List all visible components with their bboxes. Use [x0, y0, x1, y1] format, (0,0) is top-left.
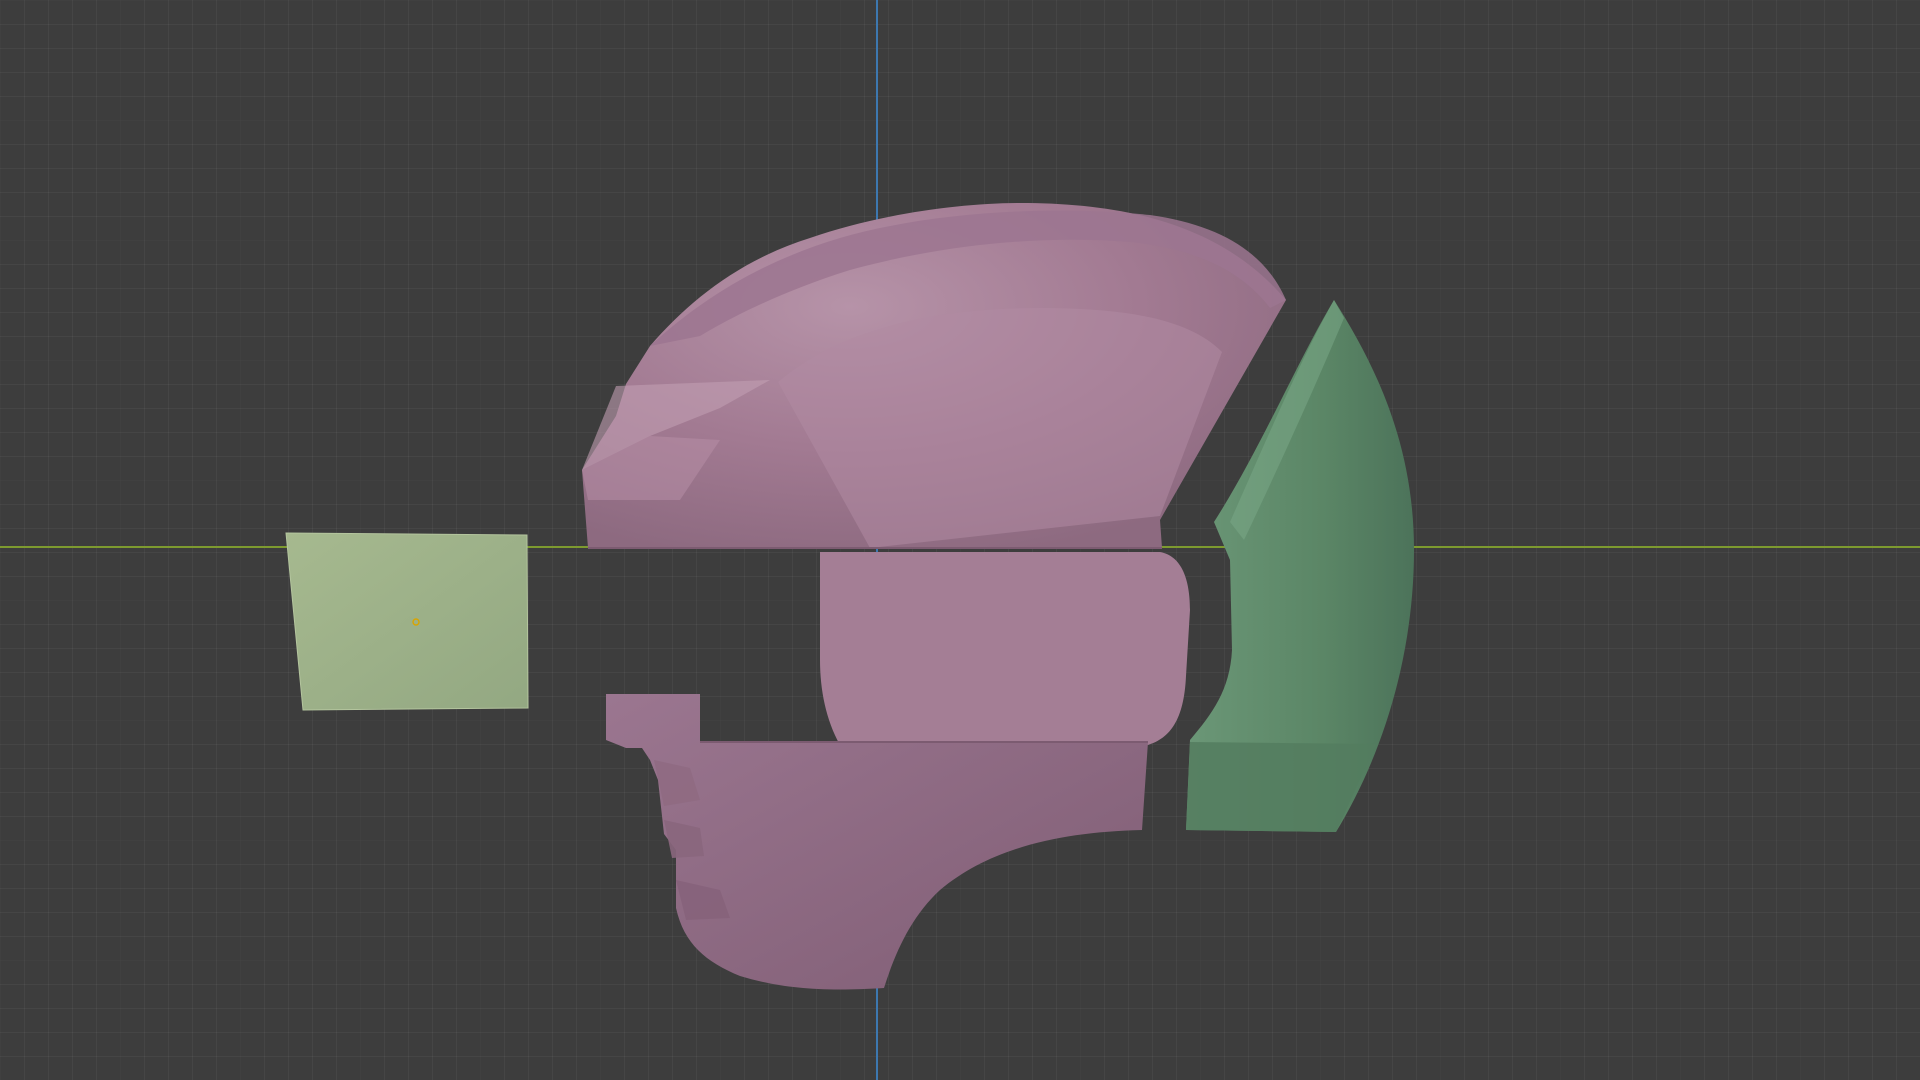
visor-plane-object[interactable] — [285, 532, 529, 711]
visor-plane-face[interactable] — [285, 532, 529, 711]
helmet-main-object[interactable] — [582, 203, 1286, 990]
back-plate-lower-band — [1186, 742, 1376, 832]
helmet-mid-block[interactable] — [820, 552, 1190, 745]
scene-objects[interactable] — [0, 0, 1920, 1080]
3d-viewport[interactable] — [0, 0, 1920, 1080]
